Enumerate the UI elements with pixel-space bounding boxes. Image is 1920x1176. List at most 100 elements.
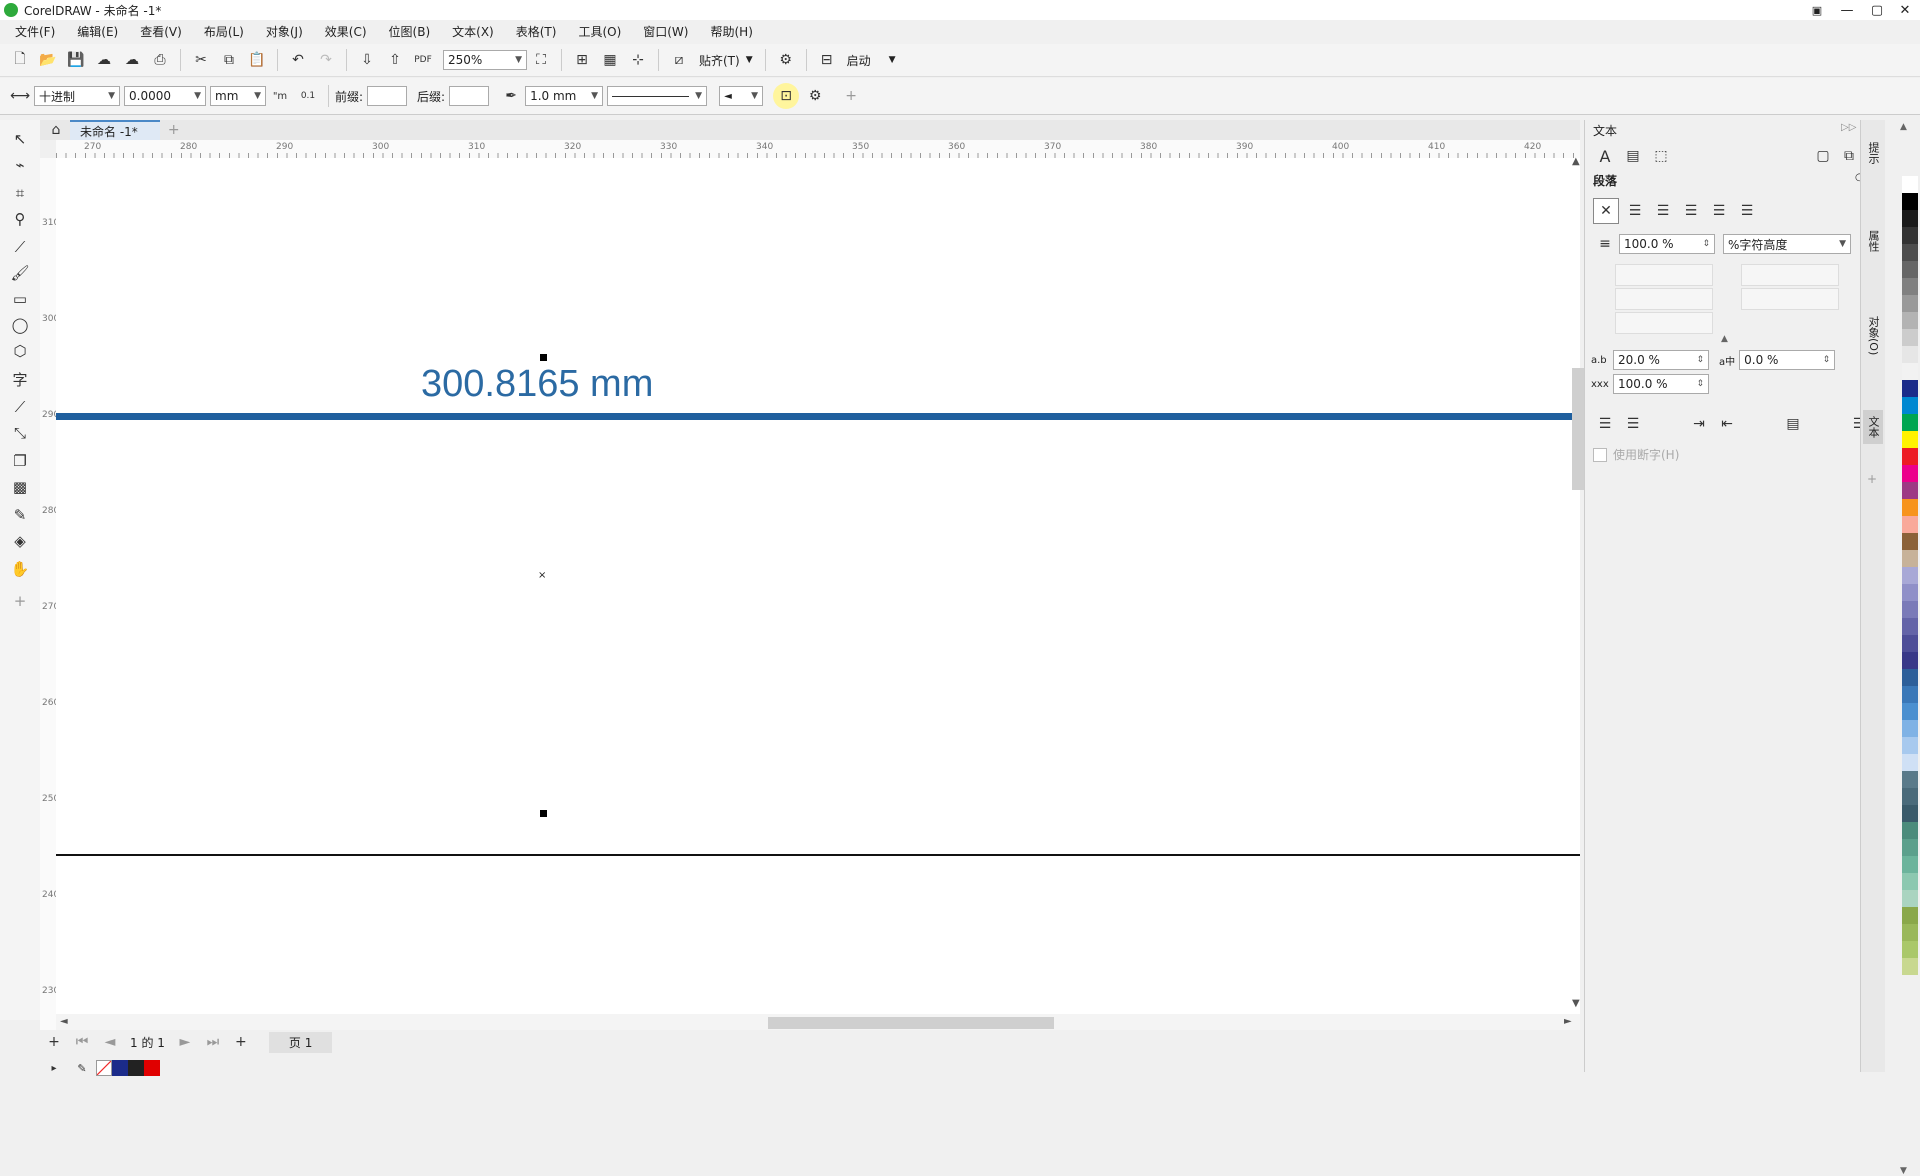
polygon-tool-icon[interactable]: ⬡: [8, 340, 32, 362]
zoom-level-combo[interactable]: 250% ▼: [443, 50, 527, 70]
palette-color-swatch[interactable]: [1902, 805, 1918, 822]
space-after-input[interactable]: [1615, 312, 1713, 334]
indent-first-line-input[interactable]: [1615, 264, 1713, 286]
print-icon[interactable]: ⎙: [148, 48, 172, 72]
palette-color-swatch[interactable]: [1902, 907, 1918, 924]
leading-zero-icon[interactable]: 0.1: [296, 84, 320, 108]
add-page-before-icon[interactable]: +: [42, 1030, 66, 1054]
menu-bitmaps[interactable]: 位图(B): [378, 20, 442, 44]
eyedropper-icon[interactable]: ✎: [70, 1056, 94, 1080]
palette-color-swatch[interactable]: [1902, 380, 1918, 397]
palette-color-swatch[interactable]: [1902, 618, 1918, 635]
snap-icon[interactable]: ⧄: [667, 48, 691, 72]
prefix-input[interactable]: [367, 86, 408, 106]
palette-color-swatch[interactable]: [1902, 533, 1918, 550]
palette-color-swatch[interactable]: [1902, 278, 1918, 295]
align-center-icon[interactable]: ☰: [1651, 199, 1675, 223]
new-document-icon[interactable]: 🗋: [8, 48, 32, 72]
eyedropper-tool-icon[interactable]: ✎: [8, 504, 32, 526]
hints-tab[interactable]: 提示: [1865, 142, 1881, 164]
show-units-icon[interactable]: "m: [268, 84, 292, 108]
dimension-text[interactable]: 300.8165 mm: [421, 363, 653, 406]
artistic-media-tool-icon[interactable]: 🖌: [8, 262, 32, 284]
bullet-list-icon[interactable]: ☰: [1593, 412, 1617, 436]
color-swatch[interactable]: [144, 1060, 160, 1076]
palette-color-swatch[interactable]: [1902, 516, 1918, 533]
arrowhead-combo[interactable]: ◄ ▼: [719, 86, 764, 106]
zoom-tool-icon[interactable]: ⚲: [8, 208, 32, 230]
open-folder-icon[interactable]: 📂: [36, 48, 60, 72]
line-spacing-unit-combo[interactable]: %字符高度 ▼: [1723, 234, 1851, 254]
properties-tab[interactable]: 属性: [1865, 230, 1881, 252]
scroll-down-icon[interactable]: ▼: [1572, 998, 1580, 1009]
horizontal-scrollbar[interactable]: ◄ ►: [56, 1014, 1580, 1030]
palette-color-swatch[interactable]: [1902, 652, 1918, 669]
palette-color-swatch[interactable]: [1902, 703, 1918, 720]
no-color-swatch[interactable]: [96, 1060, 112, 1076]
palette-color-swatch[interactable]: [1902, 635, 1918, 652]
menu-window[interactable]: 窗口(W): [632, 20, 699, 44]
menu-effects[interactable]: 效果(C): [314, 20, 378, 44]
rectangle-tool-icon[interactable]: ▭: [8, 288, 32, 310]
publish-pdf-icon[interactable]: PDF: [411, 48, 435, 72]
horizontal-ruler[interactable]: 270 280 290 300 310 320 330 340 350 360 …: [56, 140, 1580, 159]
dimension-text-position-icon[interactable]: ⊡: [773, 83, 800, 109]
freehand-tool-icon[interactable]: ⟋: [8, 236, 32, 258]
vertical-ruler[interactable]: 310 300 290 280 270 260 250 240 230: [40, 158, 59, 1030]
palette-color-swatch[interactable]: [1902, 771, 1918, 788]
palette-color-swatch[interactable]: [1902, 312, 1918, 329]
palette-color-swatch[interactable]: [1902, 329, 1918, 346]
connector-tool-icon[interactable]: ⤡: [8, 422, 32, 444]
palette-color-swatch[interactable]: [1902, 941, 1918, 958]
line-style-combo[interactable]: ▼: [607, 86, 708, 106]
menu-edit[interactable]: 编辑(E): [66, 20, 129, 44]
redo-icon[interactable]: ↷: [314, 48, 338, 72]
cloud-upload-icon[interactable]: ☁: [120, 48, 144, 72]
palette-color-swatch[interactable]: [1902, 414, 1918, 431]
palette-color-swatch[interactable]: [1902, 584, 1918, 601]
transparency-tool-icon[interactable]: ▩: [8, 476, 32, 498]
dimension-units-combo[interactable]: mm ▼: [210, 86, 266, 106]
dimension-tool-icon[interactable]: ⟋: [8, 396, 32, 418]
menu-view[interactable]: 查看(V): [129, 20, 193, 44]
palette-color-swatch[interactable]: [1902, 669, 1918, 686]
crop-tool-icon[interactable]: ⌗: [8, 182, 32, 204]
rotation-center-icon[interactable]: ×: [538, 570, 546, 581]
indent-left-input[interactable]: [1741, 264, 1839, 286]
smart-fill-tool-icon[interactable]: ✋: [8, 558, 32, 580]
palette-color-swatch[interactable]: [1902, 261, 1918, 278]
paragraph-tab-icon[interactable]: ▤: [1621, 144, 1645, 168]
previous-page-icon[interactable]: ◄: [98, 1030, 122, 1054]
paste-icon[interactable]: 📋: [245, 48, 269, 72]
palette-color-swatch[interactable]: [1902, 448, 1918, 465]
palette-color-swatch[interactable]: [1902, 465, 1918, 482]
menu-file[interactable]: 文件(F): [4, 20, 66, 44]
palette-color-swatch[interactable]: [1902, 397, 1918, 414]
no-alignment-icon[interactable]: ✕: [1593, 198, 1619, 224]
line-spacing-input[interactable]: 100.0 % ⇕: [1619, 234, 1715, 254]
docker-frame-icon[interactable]: ▢: [1811, 144, 1835, 168]
indent-right-input[interactable]: [1741, 288, 1839, 310]
palette-color-swatch[interactable]: [1902, 686, 1918, 703]
dimension-line[interactable]: [56, 413, 1580, 420]
scroll-left-icon[interactable]: ◄: [60, 1016, 68, 1027]
first-page-icon[interactable]: ⏮: [70, 1030, 94, 1054]
pick-tool-icon[interactable]: ↖: [8, 128, 32, 150]
palette-color-swatch[interactable]: [1902, 839, 1918, 856]
close-button[interactable]: ✕: [1890, 0, 1920, 20]
full-screen-icon[interactable]: ⛶: [529, 48, 553, 72]
dimension-tool-icon[interactable]: ⟷: [8, 84, 32, 108]
collapse-arrow-icon[interactable]: ▲: [1721, 334, 1728, 344]
launch-dropdown[interactable]: 启动 ▼: [847, 52, 896, 69]
expand-icon[interactable]: ▸: [42, 1056, 66, 1080]
word-spacing-input[interactable]: 0.0 % ⇕: [1739, 350, 1836, 370]
language-spacing-input[interactable]: 100.0 % ⇕: [1613, 374, 1709, 394]
text-tab[interactable]: 文本: [1863, 410, 1883, 444]
palette-color-swatch[interactable]: [1902, 227, 1918, 244]
add-docker-icon[interactable]: +: [1867, 472, 1877, 486]
save-icon[interactable]: 💾: [64, 48, 88, 72]
palette-color-swatch[interactable]: [1902, 601, 1918, 618]
frame-tab-icon[interactable]: ⬚: [1649, 144, 1673, 168]
dimension-precision-combo[interactable]: 0.0000 ▼: [124, 86, 206, 106]
space-before-input[interactable]: [1615, 288, 1713, 310]
